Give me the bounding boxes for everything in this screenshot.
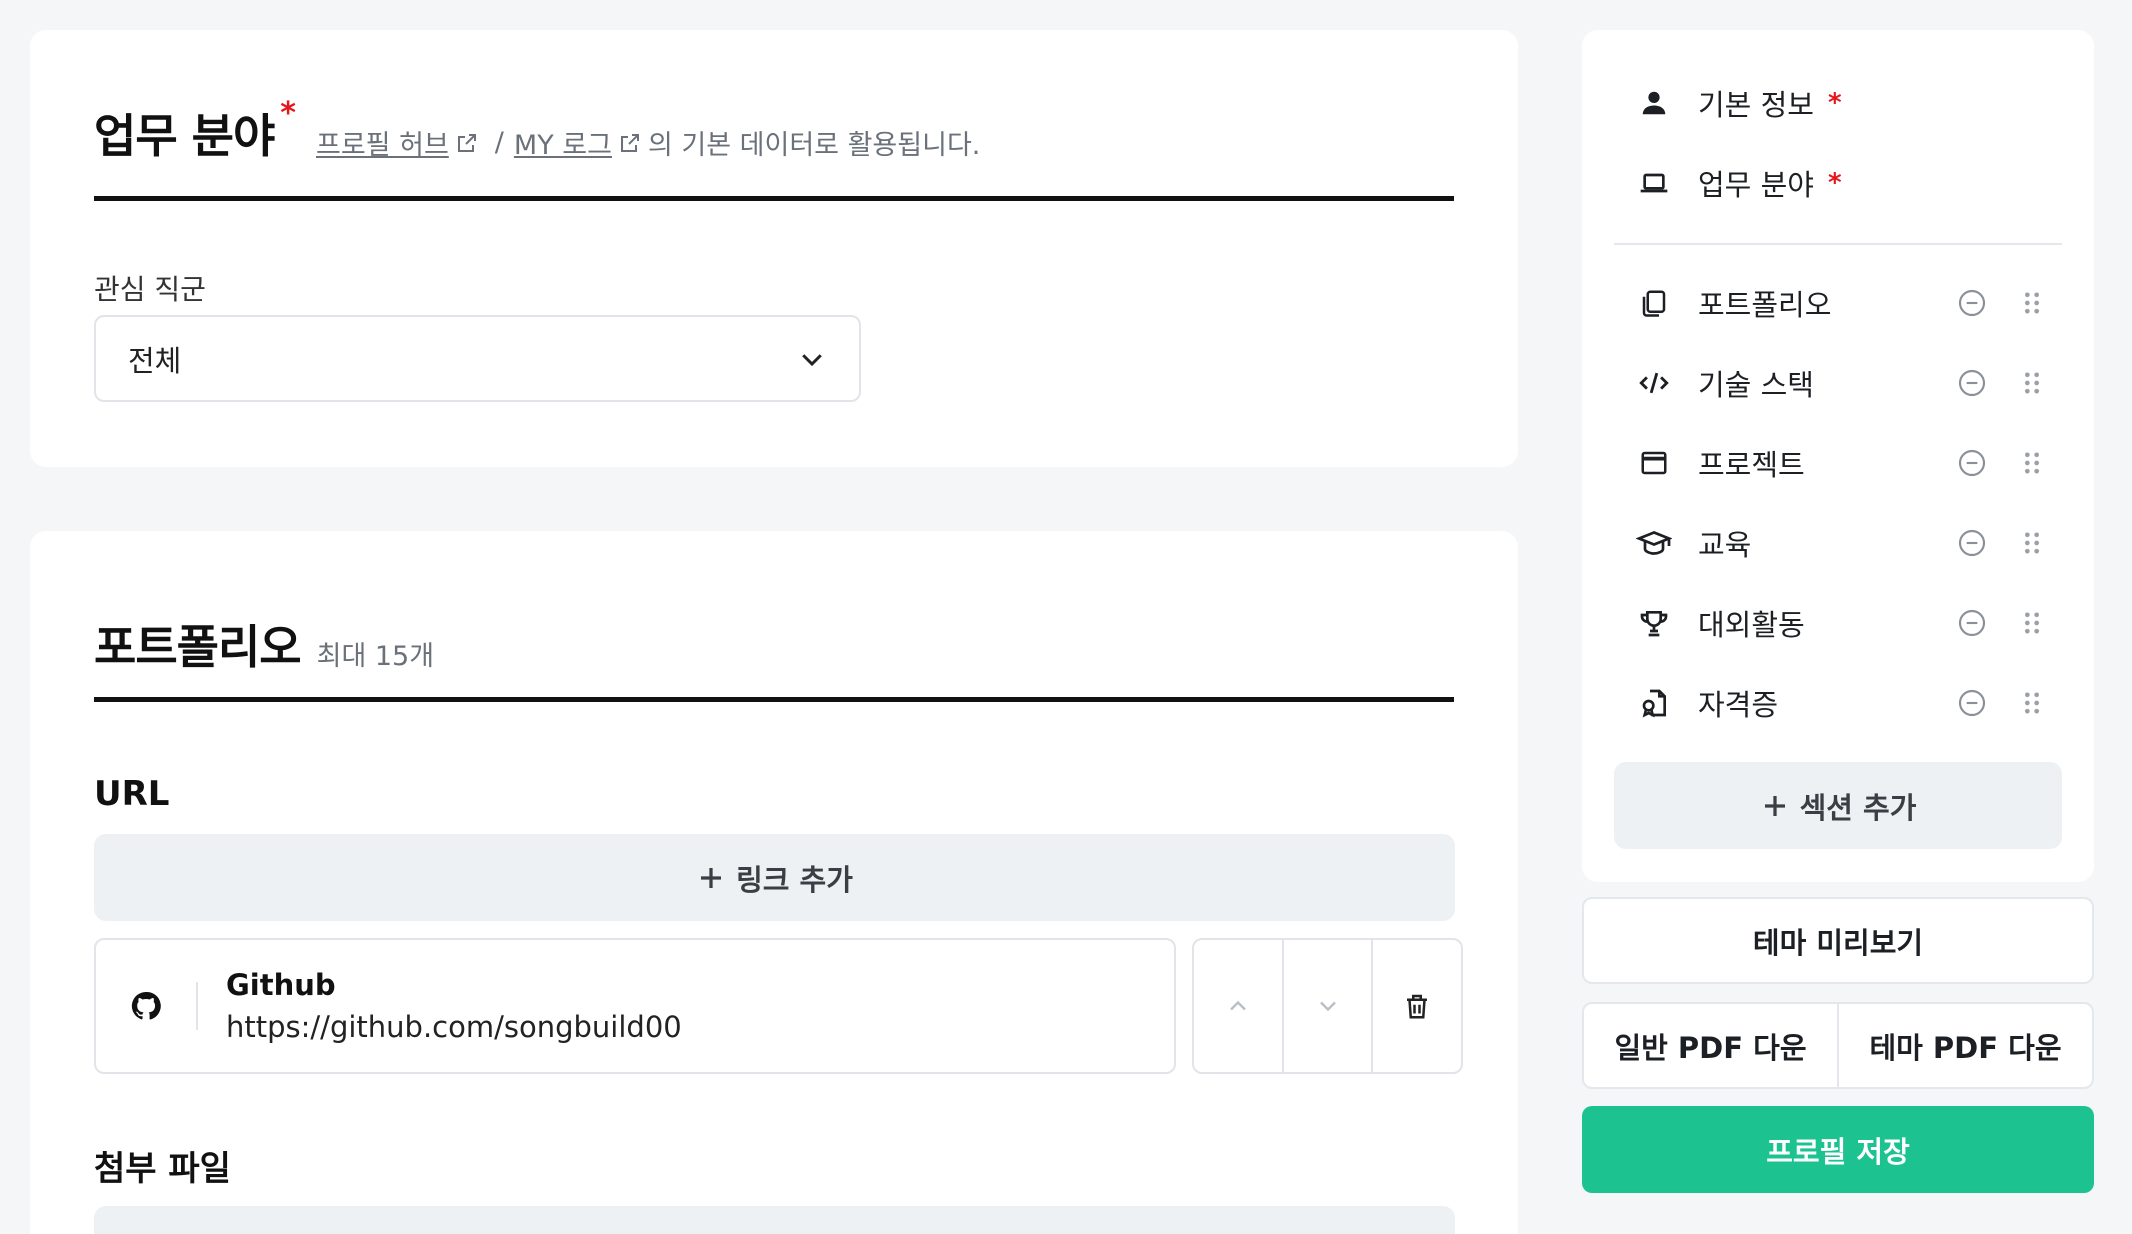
add-link-button[interactable]: 링크 추가 <box>94 834 1455 921</box>
nav-divider <box>1614 243 2062 245</box>
nav-label: 자격증 <box>1698 688 1779 722</box>
person-icon <box>1636 85 1672 121</box>
nav-item-certificates[interactable]: 자격증 <box>1636 673 2046 733</box>
work-field-header: 업무 분야 * 프로필 허브 / MY 로그 의 기본 데이터로 활용됩니다. <box>94 96 980 166</box>
nav-actions <box>1956 287 2046 319</box>
nav-actions <box>1956 367 2046 399</box>
remove-circle-icon[interactable] <box>1956 607 1988 639</box>
drag-handle-icon[interactable] <box>2018 609 2046 637</box>
chevron-down-icon <box>1319 1001 1336 1012</box>
nav-actions <box>1956 447 2046 479</box>
attachment-bar[interactable] <box>94 1206 1455 1234</box>
plus-icon <box>1764 795 1785 816</box>
link-controls <box>1192 938 1463 1074</box>
profile-hub-link[interactable]: 프로필 허브 <box>316 123 449 162</box>
section-nav-panel: 기본 정보 * 업무 분야 * 포트폴리오 기술 스택 프로젝트 교육 대외활동… <box>1582 30 2094 882</box>
nav-item-basic-info[interactable]: 기본 정보 * <box>1636 73 2046 133</box>
nav-actions <box>1956 607 2046 639</box>
note-text: 의 기본 데이터로 활용됩니다. <box>647 130 981 161</box>
nav-label: 기본 정보 <box>1698 88 1814 122</box>
required-mark: * <box>280 96 296 131</box>
nav-label: 포트폴리오 <box>1698 288 1832 322</box>
work-field-title: 업무 분야 <box>94 109 275 163</box>
section-divider <box>94 196 1454 201</box>
github-icon <box>131 991 161 1020</box>
theme-preview-label: 테마 미리보기 <box>1752 925 1924 960</box>
save-profile-button[interactable]: 프로필 저장 <box>1582 1106 2094 1193</box>
delete-link-button[interactable] <box>1373 940 1461 1072</box>
nav-item-work-field[interactable]: 업무 분야 * <box>1636 153 2046 213</box>
remove-circle-icon[interactable] <box>1956 287 1988 319</box>
my-log-link[interactable]: MY 로그 <box>514 123 612 162</box>
drag-handle-icon[interactable] <box>2018 289 2046 317</box>
required-mark: * <box>1827 168 1842 198</box>
move-up-button[interactable] <box>1194 940 1284 1072</box>
portfolio-count-note: 최대 15개 <box>316 641 435 672</box>
interest-job-label: 관심 직군 <box>94 273 206 306</box>
code-icon <box>1636 365 1672 401</box>
theme-preview-button[interactable]: 테마 미리보기 <box>1582 897 2094 984</box>
laptop-icon <box>1636 165 1672 201</box>
theme-pdf-button[interactable]: 테마 PDF 다운 <box>1839 1004 2092 1087</box>
drag-handle-icon[interactable] <box>2018 689 2046 717</box>
link-name: Github <box>226 968 336 1002</box>
link-icon-wrap <box>96 990 196 1022</box>
theme-pdf-label: 테마 PDF 다운 <box>1869 1030 2062 1065</box>
nav-label: 프로젝트 <box>1698 448 1805 482</box>
work-field-card: 업무 분야 * 프로필 허브 / MY 로그 의 기본 데이터로 활용됩니다. … <box>30 30 1518 467</box>
url-title: URL <box>94 774 170 814</box>
remove-circle-icon[interactable] <box>1956 687 1988 719</box>
portfolio-title: 포트폴리오 <box>94 620 302 674</box>
nav-label: 업무 분야 <box>1698 168 1814 202</box>
remove-circle-icon[interactable] <box>1956 527 1988 559</box>
pdf-download-group: 일반 PDF 다운 테마 PDF 다운 <box>1582 1002 2094 1089</box>
nav-item-activities[interactable]: 대외활동 <box>1636 593 2046 653</box>
section-divider <box>94 697 1454 702</box>
link-url[interactable]: https://github.com/songbuild00 <box>226 1010 682 1044</box>
window-icon <box>1636 445 1672 481</box>
link-divider <box>196 982 198 1030</box>
drag-handle-icon[interactable] <box>2018 369 2046 397</box>
graduation-cap-icon <box>1636 525 1672 561</box>
nav-label: 교육 <box>1698 528 1752 562</box>
portfolio-card: 포트폴리오 최대 15개 URL 링크 추가 Github https://gi… <box>30 531 1518 1234</box>
copy-icon <box>1636 285 1672 321</box>
trash-icon <box>1407 994 1428 1019</box>
attachment-title: 첨부 파일 <box>94 1149 231 1189</box>
trophy-icon <box>1636 605 1672 641</box>
nav-item-project[interactable]: 프로젝트 <box>1636 433 2046 493</box>
portfolio-header: 포트폴리오 최대 15개 <box>94 611 434 677</box>
certificate-icon <box>1636 685 1672 721</box>
link-item[interactable]: Github https://github.com/songbuild00 <box>94 938 1176 1074</box>
normal-pdf-button[interactable]: 일반 PDF 다운 <box>1584 1004 1839 1087</box>
chevron-down-icon <box>802 353 822 366</box>
remove-circle-icon[interactable] <box>1956 447 1988 479</box>
nav-item-tech-stack[interactable]: 기술 스택 <box>1636 353 2046 413</box>
remove-circle-icon[interactable] <box>1956 367 1988 399</box>
nav-label: 대외활동 <box>1698 608 1805 642</box>
add-section-button[interactable]: 섹션 추가 <box>1614 762 2062 849</box>
interest-job-select[interactable]: 전체 <box>94 315 861 402</box>
nav-label: 기술 스택 <box>1698 368 1814 402</box>
chevron-up-icon <box>1230 1000 1246 1011</box>
select-value: 전체 <box>128 343 182 378</box>
normal-pdf-label: 일반 PDF 다운 <box>1614 1030 1807 1065</box>
link-text: Github https://github.com/songbuild00 <box>226 968 682 1044</box>
external-link-icon <box>457 133 476 152</box>
add-section-label: 섹션 추가 <box>1799 790 1917 825</box>
plus-icon <box>701 867 722 888</box>
save-profile-label: 프로필 저장 <box>1766 1134 1910 1169</box>
drag-handle-icon[interactable] <box>2018 449 2046 477</box>
nav-actions <box>1956 527 2046 559</box>
required-mark: * <box>1827 88 1842 118</box>
note-separator: / <box>494 127 504 158</box>
nav-item-portfolio[interactable]: 포트폴리오 <box>1636 273 2046 333</box>
drag-handle-icon[interactable] <box>2018 529 2046 557</box>
nav-actions <box>1956 687 2046 719</box>
work-field-note: 프로필 허브 / MY 로그 의 기본 데이터로 활용됩니다. <box>316 123 980 162</box>
move-down-button[interactable] <box>1284 940 1374 1072</box>
nav-item-education[interactable]: 교육 <box>1636 513 2046 573</box>
external-link-icon <box>620 133 639 152</box>
add-link-label: 링크 추가 <box>736 862 853 897</box>
